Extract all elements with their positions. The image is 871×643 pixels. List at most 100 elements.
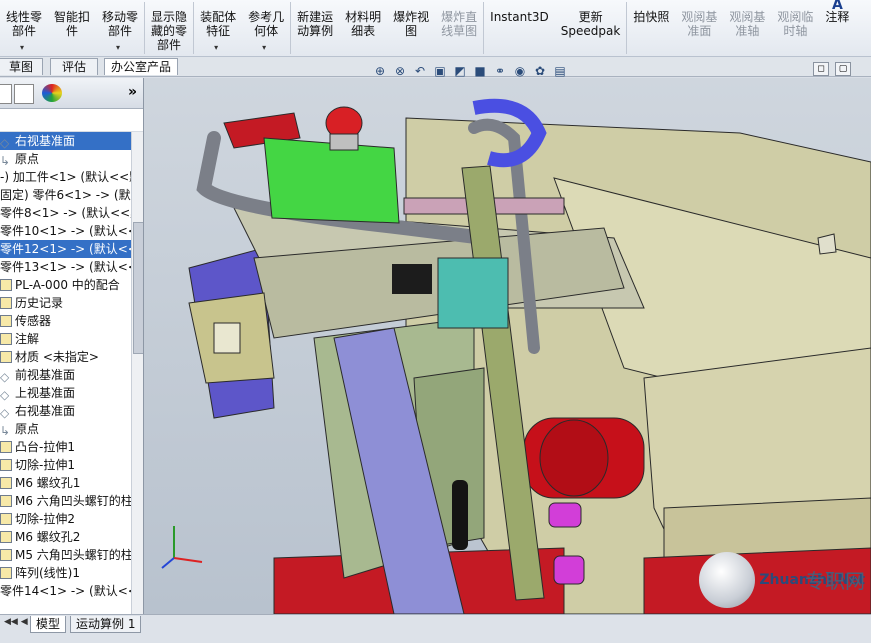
bill-of-materials-button[interactable]: 材料明 细表 [339, 0, 387, 56]
linear-pattern-icon [0, 567, 12, 579]
zoom-to-fit-icon[interactable]: ⊕ [372, 63, 388, 79]
toolbar-button-label: 爆炸视 图 [393, 10, 430, 38]
view-reference-axes-button[interactable]: 观阅基 准轴 [723, 0, 771, 56]
tree-item[interactable]: M6 六角凹头螺钉的柱 [0, 492, 133, 510]
view-orientation-icon[interactable]: ◩ [452, 63, 468, 79]
view-reference-planes-button[interactable]: 观阅基 准面 [675, 0, 723, 56]
take-snapshot-button[interactable]: 拍快照 [627, 0, 675, 56]
toolbar-button-label: 观阅基 准轴 [729, 10, 766, 38]
tree-item[interactable]: 注解 [0, 330, 131, 348]
tree-item[interactable]: 切除-拉伸1 [0, 456, 131, 474]
configuration-manager-tab-icon[interactable] [14, 84, 34, 104]
motion-study-icon [307, 0, 323, 10]
previous-view-icon[interactable]: ↶ [412, 63, 428, 79]
tree-item-label: M6 六角凹头螺钉的柱 [15, 494, 133, 508]
assembly-features-button[interactable]: 装配体 特征 ▾ [194, 0, 242, 56]
graphics-area[interactable]: Zhuanzhi.Net 专职网 [144, 78, 871, 614]
annotation-button[interactable]: A 注释 [819, 0, 855, 56]
chevron-down-icon[interactable]: ▾ [116, 43, 120, 52]
tree-item[interactable]: M6 螺纹孔2 [0, 528, 131, 546]
tree-item[interactable]: ↳ 原点 [0, 420, 131, 438]
plane-icon [691, 0, 707, 10]
instant3d-button[interactable]: Instant3D [484, 0, 555, 56]
watermark-chinese: 专职网 [805, 569, 865, 593]
tree-item[interactable]: ◇ 右视基准面 [0, 402, 131, 420]
tree-item-label: 固定) 零件6<1> -> (默 [0, 188, 131, 202]
feature-manager-tab-icon[interactable] [0, 84, 12, 104]
fastener-icon [64, 0, 80, 10]
origin-icon: ↳ [0, 424, 11, 438]
chevron-down-icon[interactable]: ▾ [20, 43, 24, 52]
scene-icon[interactable]: ✿ [532, 63, 548, 79]
cut-extrude-icon [0, 513, 12, 525]
exploded-view-button[interactable]: 爆炸视 图 [387, 0, 435, 56]
display-style-icon[interactable]: ■ [472, 63, 488, 79]
hide-show-items-icon[interactable]: ⚭ [492, 63, 508, 79]
move-component-button[interactable]: 移动零 部件 ▾ [96, 0, 144, 56]
chevron-down-icon[interactable]: ▾ [214, 43, 218, 52]
tree-item[interactable]: 材质 <未指定> [0, 348, 131, 366]
tab-model[interactable]: 模型 [30, 616, 67, 633]
tree-item[interactable]: 零件8<1> -> (默认<<默 [0, 204, 142, 222]
new-motion-study-button[interactable]: 新建运 动算例 [291, 0, 339, 56]
hole-icon [0, 477, 12, 489]
smart-fastener-button[interactable]: 智能扣 件 [48, 0, 96, 56]
tree-item-label: 零件12<1> -> (默认<< [0, 242, 138, 256]
tree-item[interactable]: ◇ 上视基准面 [0, 384, 131, 402]
maximize-icon[interactable]: ▢ [835, 62, 851, 76]
hole-icon [0, 531, 12, 543]
tree-item-label: 上视基准面 [15, 386, 76, 400]
expand-more-icon[interactable]: » [128, 84, 137, 100]
plane-icon: ◇ [0, 370, 10, 384]
feature-manager-tree: » ◇ 右视基准面 ↳ 原点 -) 加工件<1> (默认<<默 固定) 零件6<1>… [0, 78, 144, 614]
tab-evaluate[interactable]: 评估 [50, 58, 98, 75]
tree-item[interactable]: -) 加工件<1> (默认<<默 [0, 168, 141, 186]
toolbar-button-label: 材料明 细表 [345, 10, 382, 38]
toolbar-button-label: 线性零 部件 [6, 10, 43, 38]
tree-item[interactable]: 零件14<1> -> (默认<< [0, 582, 138, 600]
door-handle [452, 480, 468, 550]
linear-pattern-button[interactable]: 线性零 部件 ▾ [0, 0, 48, 56]
tree-item[interactable]: ↳ 原点 [0, 150, 131, 168]
tree-item[interactable]: 历史记录 [0, 294, 131, 312]
reference-geometry-button[interactable]: 参考几 何体 ▾ [242, 0, 290, 56]
tree-item[interactable]: ◇ 前视基准面 [0, 366, 131, 384]
tree-item[interactable]: M6 螺纹孔1 [0, 474, 131, 492]
tree-item[interactable]: 阵列(线性)1 [0, 564, 131, 582]
show-hidden-components-button[interactable]: 显示隐 藏的零 部件 [145, 0, 193, 56]
tree-item[interactable]: 零件12<1> -> (默认<< [0, 240, 138, 258]
tree-scrollbar[interactable] [131, 132, 143, 614]
toolbar-button-label: 智能扣 件 [54, 10, 91, 38]
toolbar-button-label: 爆炸直 线草图 [441, 10, 478, 38]
tree-item-label: 零件14<1> -> (默认<< [0, 584, 138, 598]
restore-icon[interactable]: ◻ [813, 62, 829, 76]
camera-icon [643, 0, 659, 10]
appearance-icon[interactable]: ◉ [512, 63, 528, 79]
tree-item[interactable]: M5 六角凹头螺钉的柱 [0, 546, 133, 564]
tree-item[interactable]: ◇ 右视基准面 [0, 132, 131, 150]
tab-sketch[interactable]: 草图 [0, 58, 43, 75]
tree-item[interactable]: 传感器 [0, 312, 131, 330]
update-speedpak-button[interactable]: 更新 Speedpak [555, 0, 627, 56]
view-temporary-axes-button[interactable]: 观阅临 时轴 [771, 0, 819, 56]
section-view-icon[interactable]: ▣ [432, 63, 448, 79]
appearance-manager-tab-icon[interactable] [42, 84, 62, 102]
tree-item-label: 原点 [15, 152, 40, 166]
tree-item[interactable]: PL-A-000 中的配合 [0, 276, 131, 294]
tab-motion-study-1[interactable]: 运动算例 1 [70, 616, 142, 633]
view-settings-icon[interactable]: ▤ [552, 63, 568, 79]
tree-item[interactable]: 零件13<1> -> (默认<< [0, 258, 138, 276]
chevron-down-icon[interactable]: ▾ [262, 43, 266, 52]
magenta-gripper [548, 502, 582, 528]
tree-item[interactable]: 零件10<1> -> (默认<< [0, 222, 138, 240]
tree-item[interactable]: 凸台-拉伸1 [0, 438, 131, 456]
explode-line-sketch-button[interactable]: 爆炸直 线草图 [435, 0, 483, 56]
scrollbar-thumb[interactable] [133, 222, 143, 354]
tree-item[interactable]: 固定) 零件6<1> -> (默 [0, 186, 131, 204]
tree-item[interactable]: 切除-拉伸2 [0, 510, 131, 528]
viewport-window-controls: ◻ ▢ [813, 62, 851, 76]
tree-item-label: 前视基准面 [15, 368, 76, 382]
zoom-to-area-icon[interactable]: ⊗ [392, 63, 408, 79]
tab-office-products[interactable]: 办公室产品 [104, 58, 178, 75]
show-hidden-icon [161, 0, 177, 10]
